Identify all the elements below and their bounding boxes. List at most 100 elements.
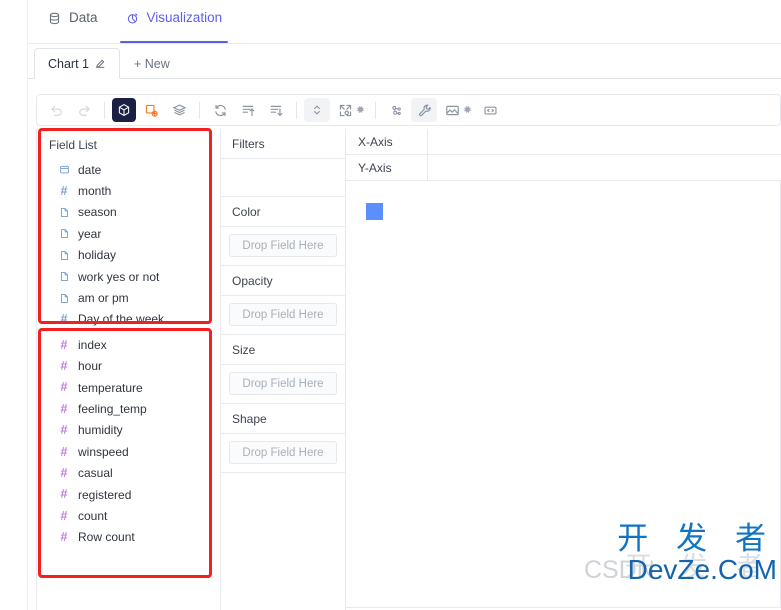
chart-pie-icon bbox=[126, 12, 139, 25]
field-list-title: Field List bbox=[49, 138, 98, 152]
document-icon bbox=[58, 207, 70, 218]
dots-connect-icon[interactable] bbox=[383, 98, 409, 122]
sort-ascending-icon[interactable] bbox=[235, 98, 261, 122]
document-icon bbox=[58, 250, 70, 261]
field-item-index[interactable]: # index bbox=[37, 334, 220, 355]
tab-visualization[interactable]: Visualization bbox=[112, 1, 237, 43]
field-label: season bbox=[78, 205, 117, 220]
field-item-day-of-the-week[interactable]: # Day of the week bbox=[37, 309, 220, 330]
cube-icon[interactable] bbox=[112, 98, 136, 122]
field-label: Day of the week bbox=[78, 312, 165, 327]
hash-icon: # bbox=[60, 423, 68, 438]
left-rail bbox=[0, 0, 28, 610]
hash-icon: # bbox=[60, 183, 68, 198]
field-item-row-count[interactable]: # Row count bbox=[37, 527, 220, 548]
image-group bbox=[439, 98, 475, 122]
encoding-shelf-panel: Filters Color Drop Field Here Opacity Dr… bbox=[221, 129, 346, 610]
field-group-dimensions: date # month season year holiday work ye… bbox=[37, 159, 220, 330]
wrench-icon[interactable] bbox=[411, 98, 437, 122]
field-item-feeling-temp[interactable]: # feeling_temp bbox=[37, 398, 220, 419]
hash-icon: # bbox=[60, 530, 68, 545]
field-item-hour[interactable]: # hour bbox=[37, 356, 220, 377]
drop-zone-shape[interactable]: Drop Field Here bbox=[229, 441, 337, 464]
drop-zone-size[interactable]: Drop Field Here bbox=[229, 372, 337, 395]
field-label: work yes or not bbox=[78, 269, 160, 284]
chart-tab-label: Chart 1 bbox=[48, 56, 89, 71]
field-label: hour bbox=[78, 359, 103, 374]
shape-add-icon[interactable] bbox=[138, 98, 164, 122]
tab-data-label: Data bbox=[69, 10, 98, 26]
tab-visualization-label: Visualization bbox=[146, 10, 223, 26]
drop-zone-color[interactable]: Drop Field Here bbox=[229, 234, 337, 257]
shelf-filters-body[interactable] bbox=[221, 159, 345, 196]
field-item-month[interactable]: # month bbox=[37, 180, 220, 201]
chart-tab-chart1[interactable]: Chart 1 bbox=[34, 48, 120, 79]
field-item-registered[interactable]: # registered bbox=[37, 484, 220, 505]
field-label: Row count bbox=[78, 530, 135, 545]
fit-screen-group bbox=[332, 98, 368, 122]
x-axis-dropzone[interactable] bbox=[428, 129, 781, 154]
y-axis-dropzone[interactable] bbox=[428, 155, 781, 180]
shelf-title: Size bbox=[221, 335, 345, 365]
calendar-icon bbox=[58, 164, 70, 175]
refresh-icon[interactable] bbox=[207, 98, 233, 122]
image-icon[interactable] bbox=[439, 98, 465, 122]
hash-icon: # bbox=[60, 337, 68, 352]
expand-vertical-icon[interactable] bbox=[304, 98, 330, 122]
field-item-work-yes-or-not[interactable]: work yes or not bbox=[37, 266, 220, 287]
shelf-size-body: Drop Field Here bbox=[221, 365, 345, 403]
field-item-holiday[interactable]: holiday bbox=[37, 245, 220, 266]
hash-icon: # bbox=[60, 380, 68, 395]
field-item-date[interactable]: date bbox=[37, 159, 220, 180]
field-label: registered bbox=[78, 487, 132, 502]
shelf-shape: Shape Drop Field Here bbox=[221, 404, 345, 473]
code-icon[interactable] bbox=[477, 98, 503, 122]
shelf-color: Color Drop Field Here bbox=[221, 197, 345, 266]
fit-screen-gear-icon[interactable] bbox=[356, 105, 365, 116]
panels-row: Field List date # month season year holi… bbox=[36, 129, 781, 610]
new-chart-button[interactable]: + New bbox=[120, 48, 184, 79]
field-item-humidity[interactable]: # humidity bbox=[37, 420, 220, 441]
field-label: count bbox=[78, 508, 108, 523]
x-axis-label: X-Axis bbox=[346, 129, 428, 154]
field-item-year[interactable]: year bbox=[37, 223, 220, 244]
hash-icon: # bbox=[60, 487, 68, 502]
hash-icon: # bbox=[60, 358, 68, 373]
field-label: year bbox=[78, 226, 102, 241]
field-list-panel: Field List date # month season year holi… bbox=[36, 129, 221, 610]
undo-icon[interactable] bbox=[43, 98, 69, 122]
toolbar-divider bbox=[104, 101, 105, 119]
y-axis-row: Y-Axis bbox=[346, 155, 781, 181]
layers-stack-icon[interactable] bbox=[166, 98, 192, 122]
database-icon bbox=[48, 12, 61, 25]
plot-area[interactable] bbox=[346, 181, 781, 608]
field-item-winspeed[interactable]: # winspeed bbox=[37, 441, 220, 462]
redo-icon[interactable] bbox=[71, 98, 97, 122]
sort-descending-icon[interactable] bbox=[263, 98, 289, 122]
field-item-casual[interactable]: # casual bbox=[37, 462, 220, 483]
chart-canvas-panel: X-Axis Y-Axis bbox=[346, 129, 781, 610]
fit-screen-icon[interactable] bbox=[332, 98, 358, 122]
primary-tabbar: Data Visualization bbox=[28, 0, 781, 44]
field-item-temperature[interactable]: # temperature bbox=[37, 377, 220, 398]
hash-icon: # bbox=[60, 444, 68, 459]
hash-icon: # bbox=[60, 508, 68, 523]
field-item-count[interactable]: # count bbox=[37, 505, 220, 526]
shelf-color-body: Drop Field Here bbox=[221, 227, 345, 265]
hash-icon: # bbox=[60, 465, 68, 480]
field-item-am-or-pm[interactable]: am or pm bbox=[37, 287, 220, 308]
drop-zone-opacity[interactable]: Drop Field Here bbox=[229, 303, 337, 326]
pencil-edit-icon[interactable] bbox=[95, 58, 106, 69]
chart-tabbar: Chart 1 + New bbox=[28, 44, 781, 79]
field-label: casual bbox=[78, 466, 113, 481]
field-item-season[interactable]: season bbox=[37, 202, 220, 223]
tab-data[interactable]: Data bbox=[34, 1, 112, 43]
image-gear-icon[interactable] bbox=[463, 105, 472, 116]
hash-icon: # bbox=[60, 401, 68, 416]
toolbar-divider bbox=[296, 101, 297, 119]
shelf-title: Color bbox=[221, 197, 345, 227]
field-label: am or pm bbox=[78, 291, 129, 306]
shelf-opacity: Opacity Drop Field Here bbox=[221, 266, 345, 335]
field-label: winspeed bbox=[78, 444, 129, 459]
shelf-opacity-body: Drop Field Here bbox=[221, 296, 345, 334]
